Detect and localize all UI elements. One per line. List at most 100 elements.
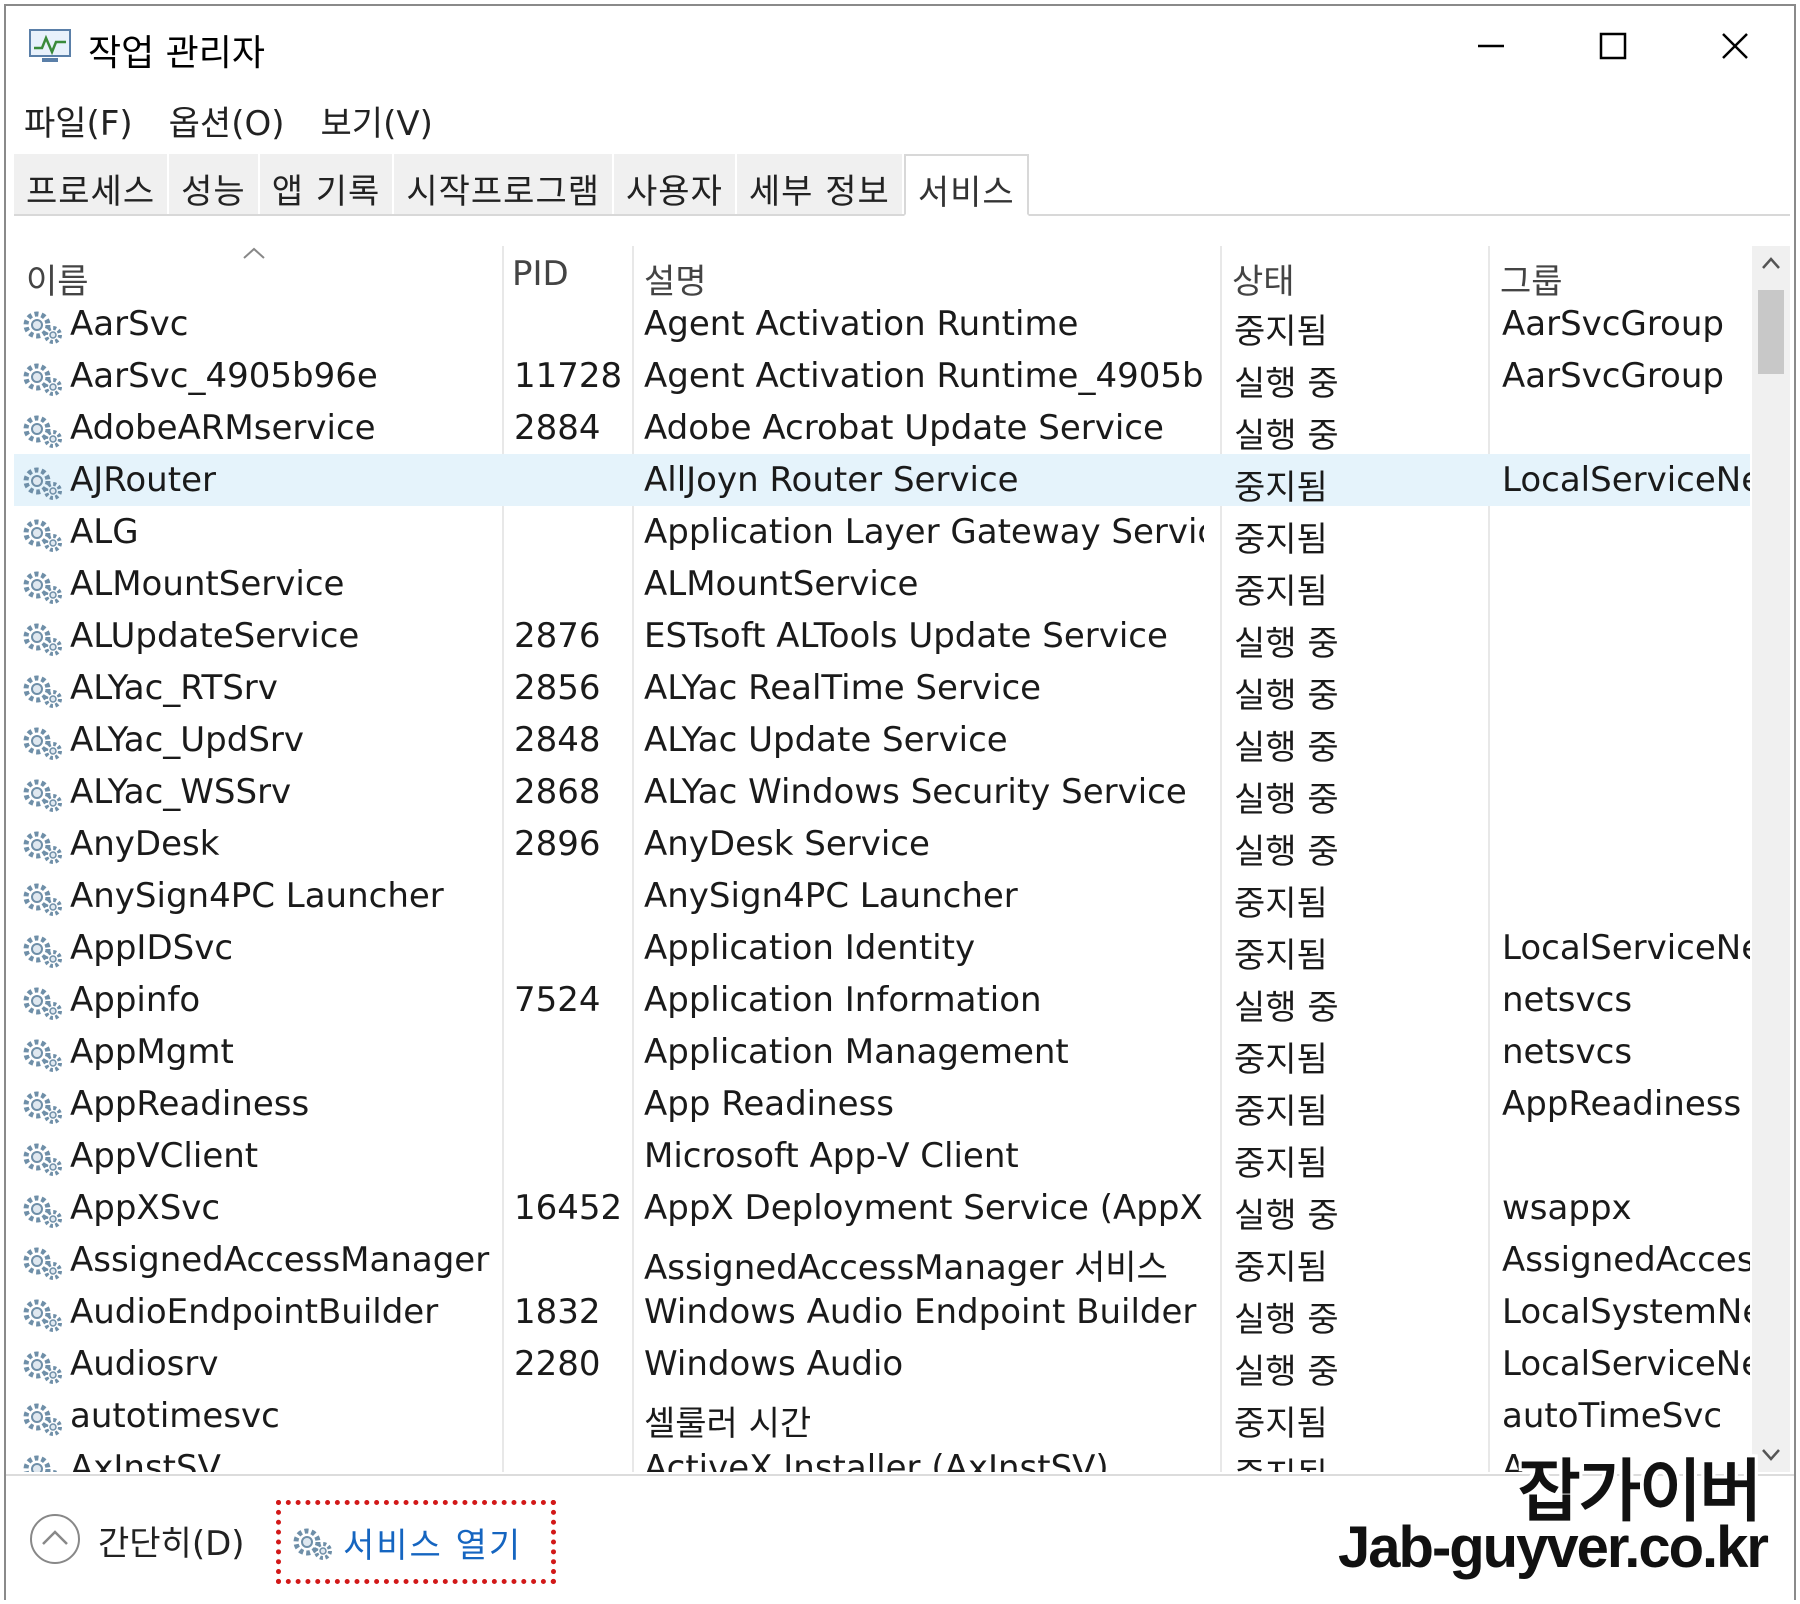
service-status: 실행 중 (1234, 832, 1339, 872)
tab-app-history[interactable]: 앱 기록 (259, 154, 395, 214)
menu-options[interactable]: 옵션(O) (169, 96, 285, 145)
fewer-details-link[interactable]: 간단히(D) (98, 1516, 245, 1565)
table-row[interactable]: Appinfo 7524 Application Information 실행 중 ne… (14, 974, 1750, 1028)
service-group: wsappx (1502, 1188, 1632, 1228)
menu-file[interactable]: 파일(F) (24, 96, 133, 145)
service-gear-icon (23, 1351, 62, 1384)
minimize-icon (1478, 44, 1504, 48)
table-row[interactable]: AppXSvc 16452 AppX Deployment Service (App… (14, 1182, 1750, 1236)
service-gear-icon (23, 415, 62, 448)
service-status: 중지됨 (1234, 1248, 1328, 1288)
service-status: 실행 중 (1234, 1196, 1339, 1236)
collapse-chevron-icon[interactable] (28, 1512, 82, 1566)
service-description: AllJoyn Router Service (644, 460, 1019, 500)
service-gear-icon (23, 1247, 62, 1280)
table-row[interactable]: AdobeARMservice 2884 Adobe Acrobat Update … (14, 402, 1750, 456)
service-status: 중지됨 (1234, 468, 1328, 508)
table-row[interactable]: AssignedAccessManagerSvc AssignedAccessMa… (14, 1234, 1750, 1288)
table-row[interactable]: AJRouter AllJoyn Router Service 중지됨 LocalSe… (14, 454, 1750, 508)
service-group: LocalSystemNe... (1502, 1292, 1750, 1332)
tab-details[interactable]: 세부 정보 (736, 154, 904, 214)
services-gear-icon (293, 1528, 332, 1560)
maximize-button[interactable] (1558, 16, 1668, 76)
service-name: AxInstSV (70, 1448, 221, 1472)
service-gear-icon (23, 1143, 62, 1176)
tab-services[interactable]: 서비스 (903, 154, 1029, 216)
service-gear-icon (23, 779, 62, 812)
watermark-url: Jab-guyver.co.kr (1338, 1515, 1769, 1580)
service-status: 실행 중 (1234, 416, 1339, 456)
service-name: AarSvc_4905b96e (70, 356, 378, 396)
scroll-down-icon[interactable] (1761, 1448, 1781, 1462)
service-status: 실행 중 (1234, 624, 1339, 664)
scrollbar-thumb[interactable] (1758, 290, 1784, 374)
service-description: Windows Audio Endpoint Builder (644, 1292, 1197, 1332)
service-gear-icon (23, 1299, 62, 1332)
column-header-pid[interactable]: PID (512, 254, 569, 294)
service-description: App Readiness (644, 1084, 895, 1124)
service-group: AarSvcGroup (1502, 356, 1724, 396)
tab-startup[interactable]: 시작프로그램 (394, 154, 615, 214)
service-gear-icon (23, 1039, 62, 1072)
table-row[interactable]: AnySign4PC Launcher AnySign4PC Launcher 중지… (14, 870, 1750, 924)
service-gear-icon (23, 1403, 62, 1436)
service-description: ALYac Windows Security Service (644, 772, 1187, 812)
table-row[interactable]: AppIDSvc Application Identity 중지됨 LocalServ… (14, 922, 1750, 976)
title-bar: 작업 관리자 (6, 6, 1794, 86)
service-status: 중지됨 (1234, 936, 1328, 976)
table-row[interactable]: ALYac_UpdSrv 2848 ALYac Update Service 실행 중 (14, 714, 1750, 768)
service-group: AppReadiness (1502, 1084, 1742, 1124)
column-header-name[interactable]: 이름 (26, 254, 89, 303)
service-pid: 2884 (514, 408, 601, 448)
minimize-button[interactable] (1436, 16, 1546, 76)
service-name: AnySign4PC Launcher (70, 876, 444, 916)
vertical-scrollbar[interactable] (1752, 246, 1790, 1472)
service-status: 중지됨 (1234, 1448, 1494, 1472)
table-row[interactable]: AudioEndpointBuilder 1832 Windows Audio En… (14, 1286, 1750, 1340)
services-table: 이름 PID 설명 상태 그룹 AarSvc Agent Activation R… (14, 246, 1750, 1472)
table-row[interactable]: AppVClient Microsoft App-V Client 중지됨 (14, 1130, 1750, 1184)
menu-view[interactable]: 보기(V) (321, 96, 433, 145)
service-gear-icon (23, 987, 62, 1020)
service-name: ALG (70, 512, 139, 552)
service-name: AdobeARMservice (70, 408, 376, 448)
service-description: 셀룰러 시간 (644, 1404, 812, 1444)
service-status: 중지됨 (1234, 1144, 1328, 1184)
table-row[interactable]: ALMountService ALMountService 중지됨 (14, 558, 1750, 612)
table-row[interactable]: ALG Application Layer Gateway Service 중지됨 (14, 506, 1750, 560)
open-services-label[interactable]: 서비스 열기 (343, 1518, 522, 1567)
table-row[interactable]: autotimesvc 셀룰러 시간 중지됨 autoTimeSvc (14, 1390, 1750, 1444)
table-row[interactable]: AppReadiness App Readiness 중지됨 AppReadiness (14, 1078, 1750, 1132)
close-button[interactable] (1680, 16, 1790, 76)
service-description: AppX Deployment Service (AppXSVC) (644, 1188, 1204, 1228)
service-status: 중지됨 (1234, 572, 1328, 612)
service-description: AnySign4PC Launcher (644, 876, 1018, 916)
service-group: AssignedAcces... (1502, 1240, 1750, 1280)
service-gear-icon (23, 883, 62, 916)
service-description: ALMountService (644, 564, 919, 604)
service-pid: 1832 (514, 1292, 601, 1332)
table-row[interactable]: ALYac_RTSrv 2856 ALYac RealTime Service 실행 … (14, 662, 1750, 716)
service-gear-icon (23, 467, 62, 500)
service-pid: 2848 (514, 720, 601, 760)
open-services-link[interactable]: 서비스 열기 (276, 1500, 556, 1584)
table-row[interactable]: Audiosrv 2280 Windows Audio 실행 중 LocalServic… (14, 1338, 1750, 1392)
service-gear-icon (23, 363, 62, 396)
tab-processes[interactable]: 프로세스 (14, 154, 170, 214)
table-row[interactable]: AxInstSVActiveX Installer (AxInstSV)중지됨A (14, 1442, 1750, 1472)
table-row[interactable]: AnyDesk 2896 AnyDesk Service 실행 중 (14, 818, 1750, 872)
service-description: ActiveX Installer (AxInstSV) (644, 1448, 1109, 1472)
column-header-group[interactable]: 그룹 (1500, 254, 1563, 303)
scroll-up-icon[interactable] (1761, 256, 1781, 270)
table-row[interactable]: AppMgmt Application Management 중지됨 netsvcs (14, 1026, 1750, 1080)
table-row[interactable]: ALYac_WSSrv 2868 ALYac Windows Security Se… (14, 766, 1750, 820)
table-row[interactable]: AarSvc_4905b96e 11728 Agent Activation Run… (14, 350, 1750, 404)
service-pid: 2876 (514, 616, 601, 656)
table-row[interactable]: ALUpdateService 2876 ESTsoft ALTools Updat… (14, 610, 1750, 664)
close-icon (1722, 33, 1748, 59)
table-row[interactable]: AarSvc Agent Activation Runtime 중지됨 AarSvcG… (14, 298, 1750, 352)
column-header-status[interactable]: 상태 (1232, 254, 1295, 303)
tab-performance[interactable]: 성능 (169, 154, 260, 214)
column-header-description[interactable]: 설명 (644, 254, 707, 303)
tab-users[interactable]: 사용자 (614, 154, 737, 214)
